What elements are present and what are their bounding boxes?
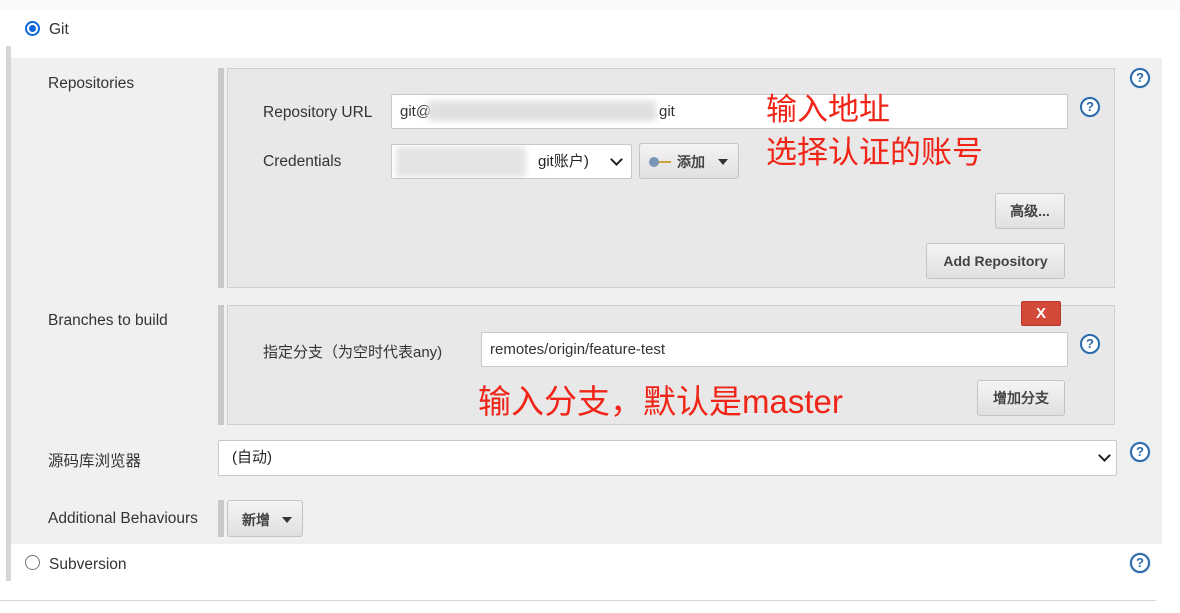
repository-browser-value: (自动): [232, 449, 272, 466]
subversion-radio[interactable]: [25, 555, 40, 570]
branches-panel-bar: [218, 305, 224, 425]
dropdown-caret-icon: [718, 159, 728, 165]
repository-url-help-icon[interactable]: ?: [1080, 97, 1100, 117]
git-radio-label[interactable]: Git: [49, 21, 69, 39]
git-radio[interactable]: [25, 21, 40, 36]
add-behaviour-button[interactable]: 新增: [227, 500, 303, 537]
repository-browser-label: 源码库浏览器: [48, 453, 142, 470]
repository-url-label: Repository URL: [263, 104, 373, 121]
add-repository-button[interactable]: Add Repository: [926, 243, 1065, 279]
git-help-icon[interactable]: ?: [1130, 68, 1150, 88]
key-icon: [649, 157, 671, 167]
add-behaviour-label: 新增: [242, 512, 270, 528]
chevron-down-icon: [610, 153, 623, 166]
annotation-enter-address: 输入地址: [766, 92, 890, 127]
repositories-label: Repositories: [48, 75, 135, 92]
browser-help-icon[interactable]: ?: [1130, 442, 1150, 462]
repositories-panel-bar: [218, 68, 224, 288]
annotation-enter-branch: 输入分支，默认是master: [478, 383, 843, 420]
delete-branch-button[interactable]: X: [1021, 301, 1061, 326]
credentials-select[interactable]: git账户): [391, 144, 632, 179]
top-divider: [0, 0, 1180, 10]
branches-to-build-label: Branches to build: [48, 312, 168, 329]
bottom-divider: [0, 600, 1156, 601]
add-branch-button[interactable]: 增加分支: [977, 380, 1065, 416]
credentials-label: Credentials: [263, 153, 342, 170]
branch-specifier-input[interactable]: remotes/origin/feature-test: [481, 332, 1068, 367]
dropdown-caret-icon: [282, 517, 292, 523]
repository-url-suffix: git: [659, 103, 675, 120]
section-indent-bar: [6, 46, 11, 581]
repository-url-prefix: git@: [400, 103, 432, 120]
credentials-value: git账户): [538, 153, 589, 170]
repository-browser-select[interactable]: (自动): [218, 440, 1117, 476]
behaviours-panel-bar: [218, 500, 224, 537]
subversion-help-icon[interactable]: ?: [1130, 553, 1150, 573]
repository-url-input[interactable]: git@ git: [391, 94, 1068, 129]
add-credentials-button[interactable]: 添加: [639, 143, 739, 179]
advanced-button[interactable]: 高级...: [995, 193, 1065, 229]
branch-specifier-label: 指定分支（为空时代表any): [263, 344, 443, 361]
subversion-radio-label[interactable]: Subversion: [49, 556, 127, 574]
add-credentials-label: 添加: [677, 154, 705, 170]
branch-help-icon[interactable]: ?: [1080, 334, 1100, 354]
annotation-select-account: 选择认证的账号: [766, 135, 983, 170]
chevron-down-icon: [1098, 449, 1111, 462]
additional-behaviours-label: Additional Behaviours: [48, 510, 198, 527]
redacted-credential: [396, 147, 526, 177]
redacted-url: [428, 101, 656, 121]
